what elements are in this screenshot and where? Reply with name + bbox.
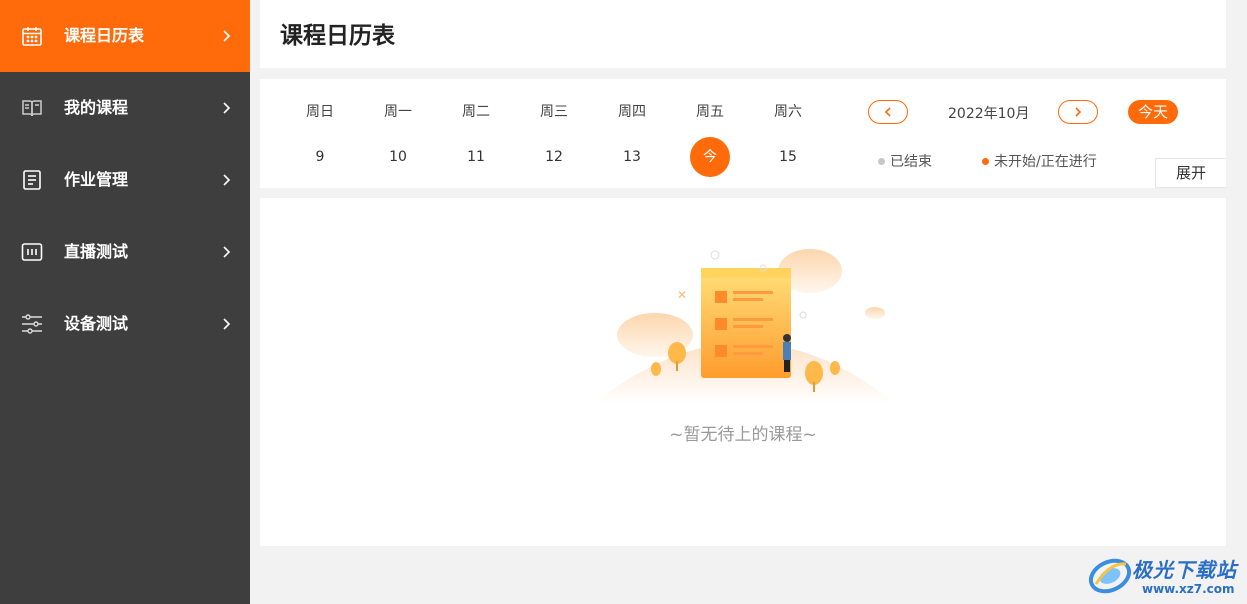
sidebar: 课程日历表 我的课程 作业管理 直播测试 设备测试	[0, 0, 250, 604]
watermark: 极光下载站 www.xz7.com	[1088, 552, 1243, 600]
weekday-label: 周一	[384, 104, 412, 120]
chevron-left-icon	[884, 107, 891, 117]
chevron-right-icon	[223, 102, 231, 114]
legend-label: 未开始/正在进行	[994, 154, 1097, 170]
sidebar-item-label: 作业管理	[64, 170, 129, 189]
live-icon	[21, 243, 43, 261]
sidebar-item-device-test[interactable]: 设备测试	[0, 288, 250, 360]
sidebar-item-homework[interactable]: 作业管理	[0, 144, 250, 216]
title-panel: 课程日历表	[260, 0, 1226, 68]
week-calendar: 周日 周一 周二 周三 周四 周五 周六 9 10 11 12 13 今 15 …	[260, 79, 1226, 188]
prev-month-button[interactable]	[868, 100, 908, 124]
sidebar-item-label: 课程日历表	[64, 26, 145, 45]
watermark-name: 极光下载站	[1132, 558, 1237, 582]
sidebar-item-my-courses[interactable]: 我的课程	[0, 72, 250, 144]
day-cell[interactable]: 15	[758, 149, 818, 165]
sidebar-item-live-test[interactable]: 直播测试	[0, 216, 250, 288]
day-cell[interactable]: 12	[524, 149, 584, 165]
page-title: 课程日历表	[280, 23, 395, 49]
weekday-label: 周五	[696, 104, 724, 120]
sidebar-item-course-calendar[interactable]: 课程日历表	[0, 0, 250, 72]
legend-dot-icon	[982, 157, 989, 165]
svg-text:✕: ✕	[677, 288, 687, 302]
weekday-label: 周六	[774, 104, 802, 120]
expand-button[interactable]: 展开	[1155, 158, 1226, 188]
book-icon	[22, 100, 42, 117]
day-cell[interactable]: 11	[446, 149, 506, 165]
day-cell[interactable]: 9	[290, 149, 350, 165]
calendar-icon	[22, 27, 42, 46]
sidebar-item-label: 直播测试	[64, 242, 129, 261]
chevron-right-icon	[1075, 107, 1082, 117]
current-month: 2022年10月	[948, 106, 1030, 122]
day-cell-today[interactable]: 今	[690, 137, 730, 177]
day-cell[interactable]: 13	[602, 149, 662, 165]
chevron-right-icon	[223, 246, 231, 258]
chevron-right-icon	[223, 318, 231, 330]
next-month-button[interactable]	[1058, 100, 1098, 124]
legend-dot-icon	[878, 157, 885, 165]
empty-state-illustration: ✕	[595, 249, 895, 403]
aurora-logo-icon	[1088, 558, 1132, 594]
document-icon	[23, 170, 41, 190]
legend-ended: 已结束	[878, 151, 932, 171]
sliders-icon	[22, 314, 42, 334]
weekday-label: 周四	[618, 104, 646, 120]
weekday-label: 周三	[540, 104, 568, 120]
day-cell[interactable]: 10	[368, 149, 428, 165]
chevron-right-icon	[223, 174, 231, 186]
chevron-right-icon	[223, 30, 231, 42]
legend-label: 已结束	[890, 154, 932, 170]
empty-state-text: ~暂无待上的课程~	[669, 425, 817, 445]
legend-upcoming: 未开始/正在进行	[982, 151, 1097, 171]
weekday-label: 周日	[306, 104, 334, 120]
weekday-label: 周二	[462, 104, 490, 120]
sidebar-item-label: 设备测试	[64, 314, 129, 333]
sidebar-item-label: 我的课程	[64, 98, 129, 117]
course-list-panel: ✕ ~暂无待上的课程~	[260, 198, 1226, 546]
today-button[interactable]: 今天	[1128, 100, 1178, 124]
watermark-url: www.xz7.com	[1142, 582, 1235, 596]
